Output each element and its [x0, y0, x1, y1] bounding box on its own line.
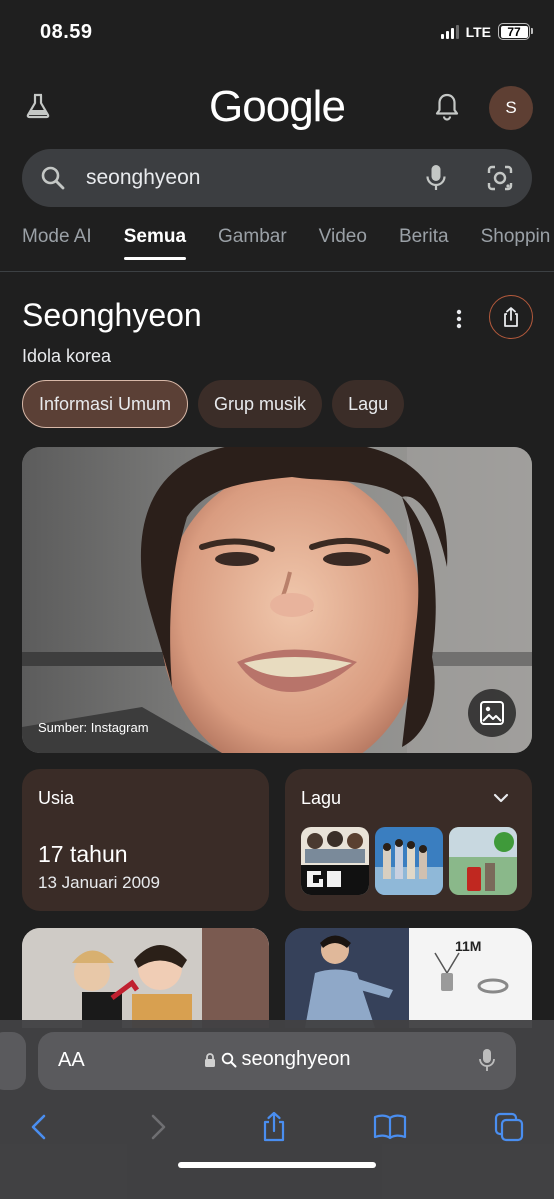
- status-bar: 08.59 LTE 77: [0, 0, 554, 66]
- forward-button[interactable]: [141, 1110, 175, 1144]
- tab-news[interactable]: Berita: [399, 226, 449, 260]
- knowledge-panel-subtitle: Idola korea: [22, 346, 112, 366]
- address-bar[interactable]: AA seonghyeon: [38, 1032, 516, 1090]
- tab-videos[interactable]: Video: [319, 226, 367, 260]
- tabs-divider: [0, 271, 554, 272]
- search-bar[interactable]: seonghyeon: [22, 149, 532, 207]
- browser-toolbar: AA seonghyeon: [0, 1020, 554, 1199]
- notifications-bell-icon[interactable]: [434, 92, 460, 122]
- age-card[interactable]: Usia 17 tahun 13 Januari 2009: [22, 769, 269, 911]
- battery-icon: 77: [498, 23, 533, 40]
- chevron-right-icon: [151, 1114, 166, 1140]
- more-options-icon[interactable]: [450, 306, 468, 332]
- song-thumbnail[interactable]: [449, 827, 517, 895]
- songs-card[interactable]: Lagu: [285, 769, 532, 911]
- birth-date: 13 Januari 2009: [38, 873, 160, 892]
- tab-all[interactable]: Semua: [123, 226, 187, 260]
- image-gallery-icon: [480, 701, 504, 725]
- knowledge-chips: Informasi Umum Grup musik Lagu: [22, 380, 405, 428]
- age-label: Usia: [38, 788, 75, 808]
- previous-tab-preview[interactable]: [0, 1032, 26, 1090]
- account-avatar[interactable]: S: [489, 86, 533, 130]
- tab-shopping[interactable]: Shoppin: [481, 226, 551, 260]
- tab-images[interactable]: Gambar: [218, 226, 287, 260]
- photo-card-image: [22, 928, 269, 1028]
- signal-icon: [440, 24, 459, 39]
- google-logo[interactable]: Google: [0, 82, 554, 132]
- chevron-left-icon: [31, 1114, 46, 1140]
- knowledge-panel-title: Seonghyeon: [22, 297, 202, 333]
- share-button[interactable]: [489, 295, 533, 339]
- age-value: 17 tahun: [38, 841, 128, 867]
- tabs-button[interactable]: [492, 1110, 526, 1144]
- share-page-button[interactable]: [257, 1110, 291, 1144]
- chevron-down-icon[interactable]: [492, 789, 510, 807]
- network-label: LTE: [465, 23, 491, 40]
- battery-level: 77: [507, 24, 521, 39]
- bookmarks-button[interactable]: [373, 1110, 407, 1144]
- search-input[interactable]: seonghyeon: [86, 166, 200, 190]
- google-lens-camera-icon[interactable]: [486, 164, 514, 192]
- url-text: seonghyeon: [241, 1048, 351, 1070]
- browser-nav-toolbar: [0, 1104, 554, 1154]
- search-icon: [41, 166, 65, 190]
- back-button[interactable]: [22, 1110, 56, 1144]
- search-tabs: Mode AI Semua Gambar Video Berita Shoppi…: [22, 226, 550, 260]
- chip-music-group[interactable]: Grup musik: [198, 380, 323, 428]
- product-count-label: 11M: [455, 938, 482, 954]
- share-icon: [504, 307, 518, 327]
- song-thumbnails: [301, 827, 517, 895]
- product-card[interactable]: 11M: [285, 928, 532, 1028]
- product-card-image: [285, 928, 532, 1028]
- google-header: Google: [0, 80, 554, 135]
- main-photo[interactable]: Sumber: Instagram: [22, 447, 532, 753]
- share-icon: [263, 1111, 285, 1142]
- dictation-mic-icon[interactable]: [478, 1047, 496, 1075]
- book-icon: [373, 1114, 407, 1140]
- lock-icon: [204, 1052, 215, 1067]
- home-indicator: [178, 1162, 376, 1168]
- tab-mode-ai[interactable]: Mode AI: [22, 226, 92, 260]
- search-icon: [221, 1052, 236, 1067]
- status-time: 08.59: [40, 21, 93, 43]
- tabs-overview-icon: [494, 1112, 524, 1142]
- song-thumbnail[interactable]: [375, 827, 443, 895]
- songs-label: Lagu: [301, 788, 342, 808]
- chip-songs[interactable]: Lagu: [332, 380, 405, 428]
- image-source-caption: Sumber: Instagram: [38, 720, 149, 735]
- more-images-button[interactable]: [468, 689, 516, 737]
- status-indicators: LTE 77: [440, 23, 533, 40]
- photo-card[interactable]: [22, 928, 269, 1028]
- photo-illustration: [22, 447, 532, 753]
- voice-search-mic-icon[interactable]: [424, 163, 448, 193]
- song-thumbnail[interactable]: [301, 827, 369, 895]
- chip-overview[interactable]: Informasi Umum: [22, 380, 189, 428]
- url-display[interactable]: seonghyeon: [38, 1048, 516, 1071]
